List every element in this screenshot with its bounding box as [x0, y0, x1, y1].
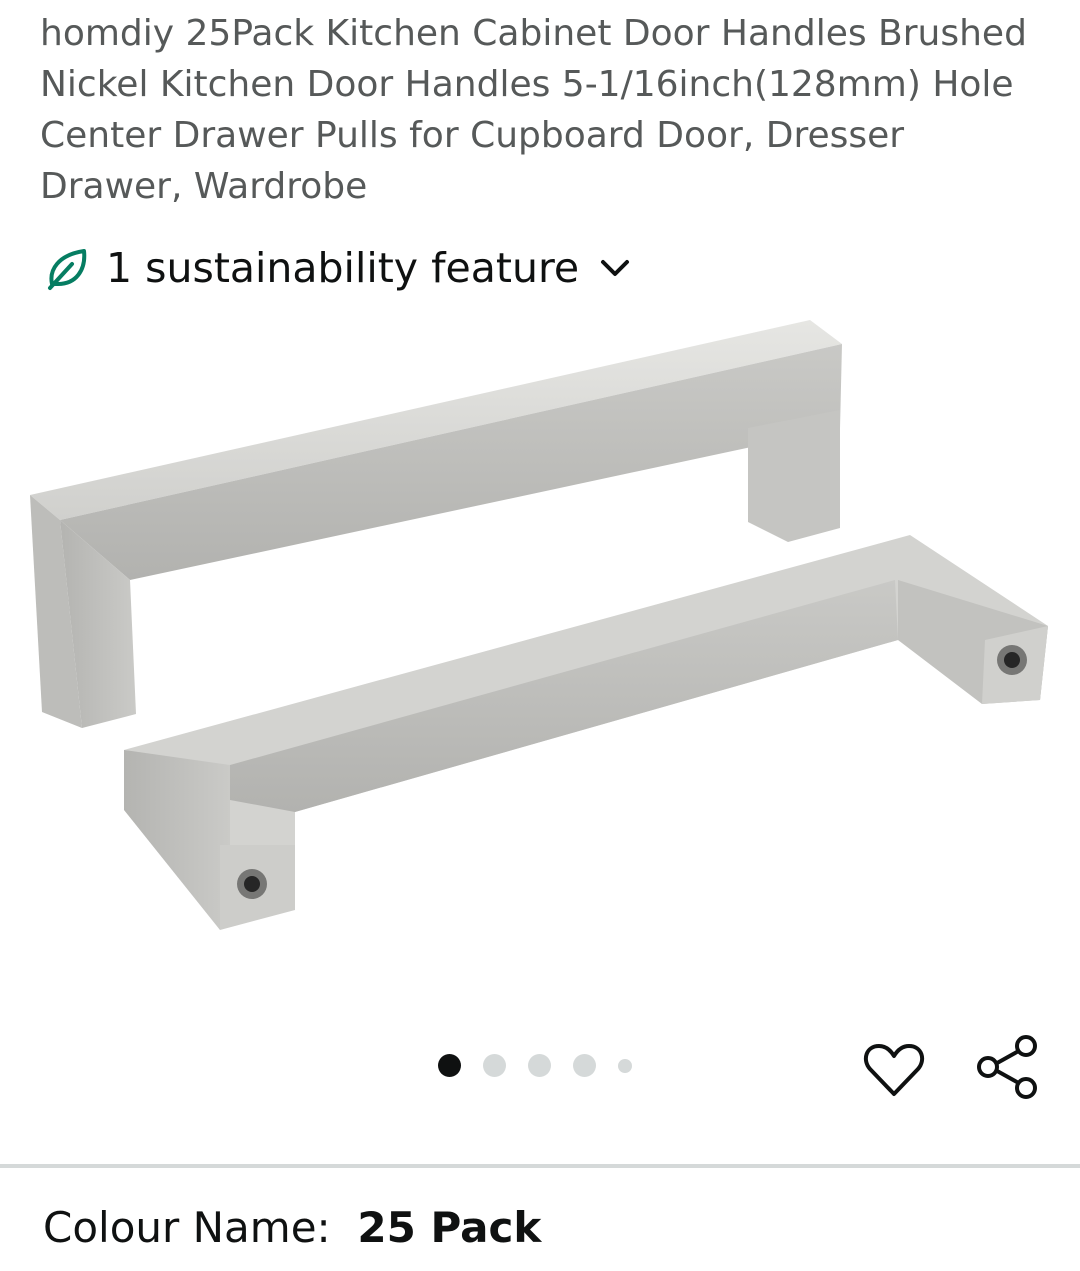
colour-variation: Colour Name: 25 Pack — [43, 1203, 541, 1252]
sustainability-label: 1 sustainability feature — [106, 244, 580, 292]
carousel-dot[interactable] — [438, 1054, 461, 1077]
colour-label: Colour Name: — [43, 1203, 331, 1252]
sustainability-feature-toggle[interactable]: 1 sustainability feature — [44, 238, 635, 298]
chevron-down-icon — [601, 260, 630, 276]
colour-value: 25 Pack — [357, 1203, 542, 1252]
carousel-dot[interactable] — [528, 1054, 551, 1077]
heart-icon[interactable] — [860, 1036, 928, 1104]
share-icon[interactable] — [972, 1030, 1044, 1102]
product-title: homdiy 25Pack Kitchen Cabinet Door Handl… — [40, 13, 1027, 207]
carousel-dot[interactable] — [618, 1058, 632, 1073]
section-divider — [0, 1164, 1080, 1168]
carousel-dot[interactable] — [483, 1054, 506, 1077]
front-handle — [124, 535, 1048, 930]
image-carousel-dots — [438, 1054, 632, 1077]
product-image[interactable] — [0, 300, 1080, 1020]
leaf-icon — [48, 249, 87, 290]
carousel-dot[interactable] — [573, 1054, 596, 1077]
